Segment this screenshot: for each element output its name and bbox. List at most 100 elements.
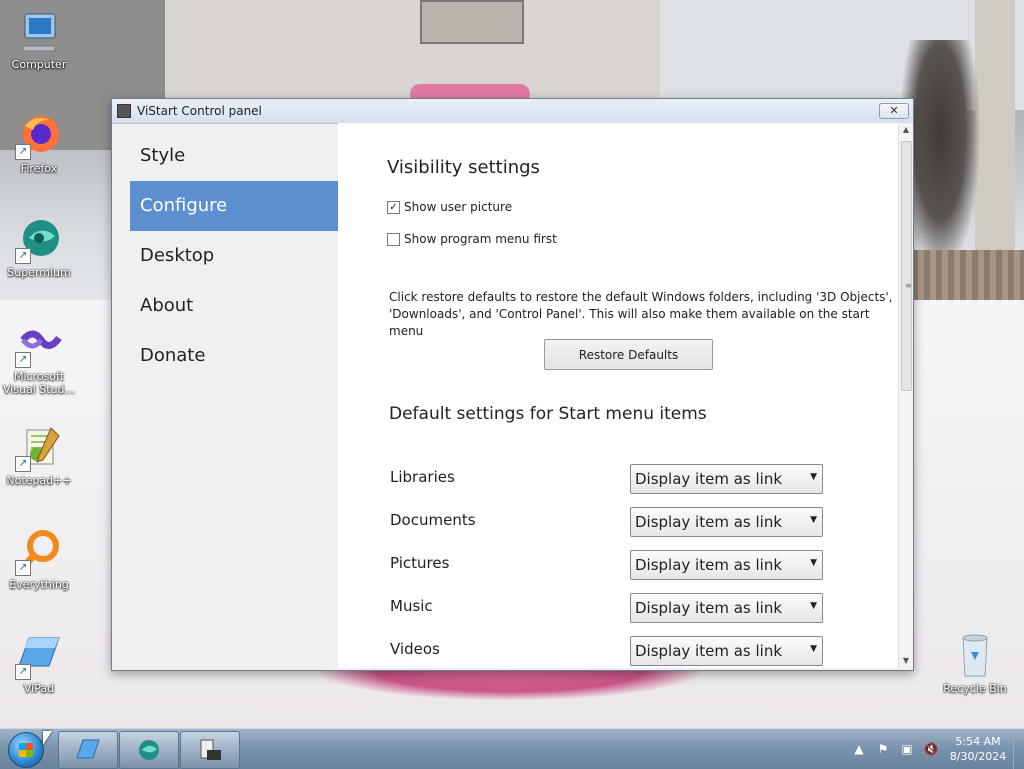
supermium-icon: ↗	[15, 216, 63, 264]
checkbox-checked-icon[interactable]: ✓	[387, 200, 400, 214]
network-icon[interactable]: ▣	[899, 741, 915, 757]
pictures-display-select[interactable]: Display item as link ▼	[630, 550, 823, 580]
desktop-icon-label: Notepad++	[6, 474, 72, 487]
shortcut-arrow-icon: ↗	[15, 560, 31, 576]
sidebar-nav: Style Configure Desktop About Donate	[130, 131, 338, 381]
desktop-icon-notepadpp[interactable]: ↗ Notepad++	[0, 424, 78, 487]
videos-display-select[interactable]: Display item as link ▼	[630, 636, 823, 666]
start-item-label: Music	[390, 597, 433, 615]
start-item-label: Libraries	[390, 468, 455, 486]
scrollbar-thumb[interactable]: ≡	[901, 141, 912, 391]
grip-icon: ≡	[905, 281, 912, 290]
vipad-icon: ↗	[15, 632, 63, 680]
show-user-picture-checkbox[interactable]: ✓ Show user picture	[387, 200, 512, 214]
sidebar-item-donate[interactable]: Donate	[130, 331, 338, 381]
window-title: ViStart Control panel	[137, 104, 262, 118]
volume-muted-icon[interactable]: 🔇	[923, 741, 939, 757]
computer-icon	[15, 8, 63, 56]
vistart-taskbar-button[interactable]	[180, 731, 240, 769]
checkbox-label: Show user picture	[404, 200, 513, 214]
default-settings-heading: Default settings for Start menu items	[389, 404, 707, 424]
show-program-menu-first-checkbox[interactable]: Show program menu first	[387, 232, 557, 246]
select-value: Display item as link	[635, 642, 783, 660]
desktop-icon-label: Recycle Bin	[943, 682, 1007, 695]
everything-icon: ↗	[15, 528, 63, 576]
close-button[interactable]: ✕	[879, 103, 909, 119]
start-item-row-libraries: Libraries Display item as link ▼	[389, 464, 829, 494]
start-item-label: Documents	[390, 511, 476, 529]
documents-display-select[interactable]: Display item as link ▼	[630, 507, 823, 537]
dropdown-arrow-icon: ▼	[810, 515, 817, 525]
restore-defaults-description: Click restore defaults to restore the de…	[389, 290, 893, 338]
show-desktop-button[interactable]	[1013, 729, 1024, 769]
desktop-icon-everything[interactable]: ↗ Everything	[0, 528, 78, 591]
music-display-select[interactable]: Display item as link ▼	[630, 593, 823, 623]
taskbar: ▲ ⚑ ▣ 🔇 5:54 AM 8/30/2024	[0, 728, 1024, 769]
visual-studio-icon: ↗	[15, 320, 63, 368]
shortcut-arrow-icon: ↗	[15, 144, 31, 160]
desktop-icon-visual-studio[interactable]: ↗ Microsoft Visual Stud...	[0, 320, 78, 396]
desktop-icon-vipad[interactable]: ↗ ViPad	[0, 632, 78, 695]
shortcut-arrow-icon: ↗	[15, 456, 31, 472]
vipad-icon	[76, 739, 100, 759]
select-value: Display item as link	[635, 513, 783, 531]
checkbox-unchecked-icon[interactable]	[387, 232, 400, 246]
supermium-taskbar-button[interactable]	[119, 731, 179, 769]
notepadpp-icon: ↗	[15, 424, 63, 472]
start-button[interactable]	[8, 732, 44, 768]
dropdown-arrow-icon: ▼	[810, 601, 817, 611]
select-value: Display item as link	[635, 470, 783, 488]
window-titlebar[interactable]: ViStart Control panel	[112, 99, 913, 124]
desktop-icon-supermium[interactable]: ↗ Supermium	[0, 216, 78, 279]
mouse-cursor-icon	[43, 731, 52, 745]
app-icon	[117, 104, 131, 118]
clock[interactable]: 5:54 AM 8/30/2024	[943, 734, 1013, 764]
scroll-down-icon[interactable]: ▼	[899, 654, 913, 668]
desktop-icon-firefox[interactable]: ↗ Firefox	[0, 112, 78, 175]
vertical-scrollbar[interactable]: ▲ ≡ ▼	[898, 123, 913, 668]
visibility-settings-heading: Visibility settings	[387, 157, 540, 178]
shortcut-arrow-icon: ↗	[15, 248, 31, 264]
vistart-control-panel-icon	[200, 739, 221, 760]
desktop-icon-label: Supermium	[7, 266, 71, 279]
sidebar-item-style[interactable]: Style	[130, 131, 338, 181]
clock-time: 5:54 AM	[955, 735, 1001, 748]
clock-date: 8/30/2024	[949, 750, 1007, 763]
shortcut-arrow-icon: ↗	[15, 352, 31, 368]
scroll-up-icon[interactable]: ▲	[899, 123, 913, 137]
shortcut-arrow-icon: ↗	[15, 664, 31, 680]
show-hidden-icons-chevron-icon[interactable]: ▲	[851, 741, 867, 757]
restore-defaults-button[interactable]: Restore Defaults	[544, 339, 713, 370]
dropdown-arrow-icon: ▼	[810, 472, 817, 482]
sidebar-item-configure[interactable]: Configure	[130, 181, 338, 231]
windows-logo-icon	[19, 743, 33, 757]
settings-panel: Visibility settings ✓ Show user picture …	[338, 123, 898, 668]
dropdown-arrow-icon: ▼	[810, 558, 817, 568]
recycle-bin-icon	[951, 632, 999, 680]
desktop-icon-label: Computer	[11, 58, 67, 71]
start-item-label: Pictures	[390, 554, 450, 572]
sidebar-item-desktop[interactable]: Desktop	[130, 231, 338, 281]
desktop-icon-label: Microsoft Visual Stud...	[2, 370, 76, 396]
start-item-row-music: Music Display item as link ▼	[389, 593, 829, 623]
libraries-display-select[interactable]: Display item as link ▼	[630, 464, 823, 494]
select-value: Display item as link	[635, 599, 783, 617]
system-tray: ▲ ⚑ ▣ 🔇 5:54 AM 8/30/2024	[847, 729, 1024, 769]
desktop-icon-label: Firefox	[20, 162, 58, 175]
vistart-control-panel-window: ViStart Control panel ✕ Style Configure …	[111, 98, 914, 671]
start-item-row-videos: Videos Display item as link ▼	[389, 636, 829, 666]
sidebar-item-about[interactable]: About	[130, 281, 338, 331]
action-center-flag-icon[interactable]: ⚑	[875, 741, 891, 757]
firefox-icon: ↗	[15, 112, 63, 160]
start-item-row-pictures: Pictures Display item as link ▼	[389, 550, 829, 580]
select-value: Display item as link	[635, 556, 783, 574]
start-item-label: Videos	[390, 640, 440, 658]
vipad-taskbar-button[interactable]	[58, 731, 118, 769]
start-item-row-documents: Documents Display item as link ▼	[389, 507, 829, 537]
desktop-icon-label: Everything	[9, 578, 69, 591]
desktop-icon-computer[interactable]: Computer	[0, 8, 78, 71]
desktop-icon-recycle-bin[interactable]: Recycle Bin	[936, 632, 1014, 695]
dropdown-arrow-icon: ▼	[810, 644, 817, 654]
checkbox-label: Show program menu first	[404, 232, 557, 246]
supermium-icon	[139, 740, 159, 760]
